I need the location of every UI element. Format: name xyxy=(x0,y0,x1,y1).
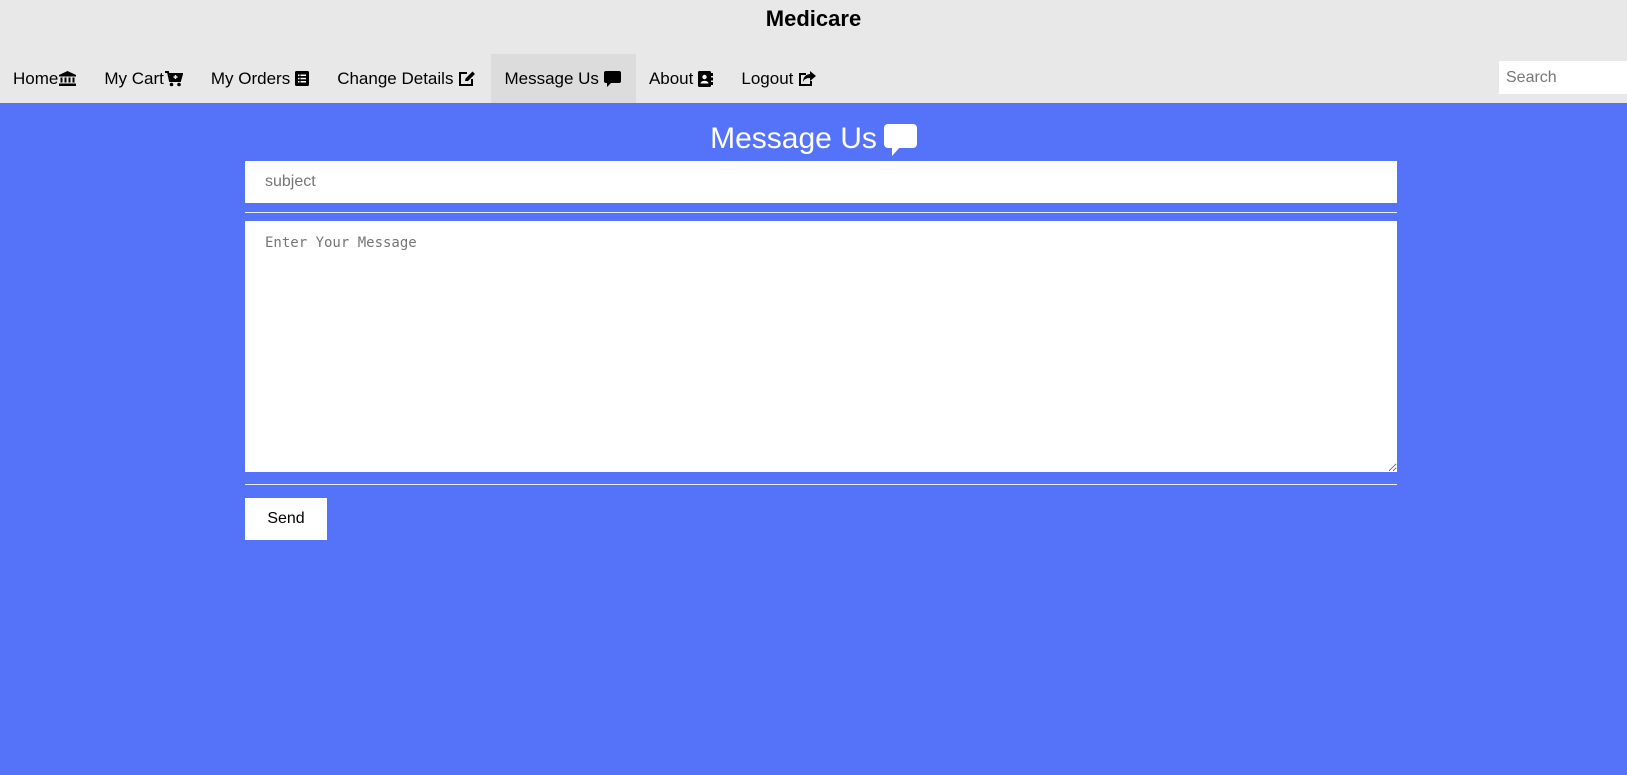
nav-item-label: Change Details xyxy=(337,68,454,88)
edit-icon xyxy=(458,71,476,87)
nav-item-label: Message Us xyxy=(504,68,599,88)
nav-item-label: My Cart xyxy=(104,68,164,88)
send-button[interactable]: Send xyxy=(245,498,327,540)
main-nav: Home My Cart My Orders Change Details Me… xyxy=(0,54,831,103)
nav-item-label: Logout xyxy=(741,68,794,88)
divider xyxy=(245,212,1397,213)
nav-item-about[interactable]: About xyxy=(636,54,728,103)
search-input[interactable] xyxy=(1499,61,1627,94)
share-icon xyxy=(798,70,817,87)
divider xyxy=(245,484,1397,485)
list-icon xyxy=(295,71,310,86)
subject-input[interactable] xyxy=(245,161,1397,203)
comment-icon xyxy=(603,70,621,87)
nav-item-message-us[interactable]: Message Us xyxy=(491,54,636,103)
nav-item-label: About xyxy=(648,68,694,88)
page-title: Message Us xyxy=(0,122,1627,156)
nav-item-change-details[interactable]: Change Details xyxy=(324,54,491,103)
nav-item-home[interactable]: Home xyxy=(0,54,91,103)
bank-icon xyxy=(59,71,77,86)
top-header: Medicare Home My Cart My Orders Change D… xyxy=(0,0,1627,103)
message-textarea[interactable] xyxy=(245,221,1397,472)
address-book-icon xyxy=(698,70,714,87)
nav-item-my-cart[interactable]: My Cart xyxy=(91,54,198,103)
comment-icon xyxy=(883,123,917,156)
nav-item-label: Home xyxy=(13,68,59,88)
cart-icon xyxy=(164,70,183,87)
brand-title: Medicare xyxy=(765,6,862,31)
nav-item-label: My Orders xyxy=(210,68,291,88)
page-heading: Message Us xyxy=(710,122,877,155)
nav-item-logout[interactable]: Logout xyxy=(728,54,831,103)
nav-item-my-orders[interactable]: My Orders xyxy=(198,54,324,103)
